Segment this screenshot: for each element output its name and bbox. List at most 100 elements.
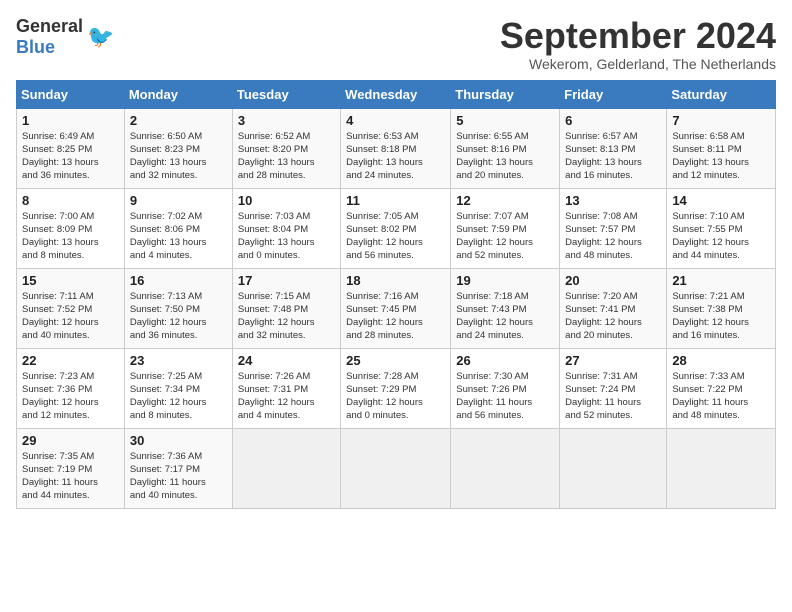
calendar-cell: 8 Sunrise: 7:00 AMSunset: 8:09 PMDaylight… bbox=[17, 188, 125, 268]
calendar-cell: 10 Sunrise: 7:03 AMSunset: 8:04 PMDayligh… bbox=[232, 188, 340, 268]
calendar-cell: 24 Sunrise: 7:26 AMSunset: 7:31 PMDayligh… bbox=[232, 348, 340, 428]
day-info: Sunrise: 7:30 AMSunset: 7:26 PMDaylight:… bbox=[456, 370, 554, 423]
day-info: Sunrise: 7:05 AMSunset: 8:02 PMDaylight:… bbox=[346, 210, 445, 263]
day-info: Sunrise: 7:18 AMSunset: 7:43 PMDaylight:… bbox=[456, 290, 554, 343]
logo: General Blue 🐦 bbox=[16, 16, 114, 58]
calendar-cell: 1 Sunrise: 6:49 AMSunset: 8:25 PMDaylight… bbox=[17, 108, 125, 188]
day-number: 30 bbox=[130, 433, 227, 448]
calendar-cell: 17Sunrise: 7:15 AMSunset: 7:48 PMDayligh… bbox=[232, 268, 340, 348]
calendar-week-4: 22 Sunrise: 7:23 AMSunset: 7:36 PMDayligh… bbox=[17, 348, 776, 428]
calendar-cell: 3 Sunrise: 6:52 AMSunset: 8:20 PMDaylight… bbox=[232, 108, 340, 188]
header: General Blue 🐦 September 2024 Wekerom, G… bbox=[16, 16, 776, 72]
day-info: Sunrise: 7:00 AMSunset: 8:09 PMDaylight:… bbox=[22, 210, 119, 263]
calendar-table: SundayMondayTuesdayWednesdayThursdayFrid… bbox=[16, 80, 776, 509]
day-number: 25 bbox=[346, 353, 445, 368]
day-number: 28 bbox=[672, 353, 770, 368]
day-info: Sunrise: 7:11 AMSunset: 7:52 PMDaylight:… bbox=[22, 290, 119, 343]
calendar-cell bbox=[341, 428, 451, 508]
day-number: 2 bbox=[130, 113, 227, 128]
day-number: 29 bbox=[22, 433, 119, 448]
bird-icon: 🐦 bbox=[87, 24, 114, 50]
day-info: Sunrise: 6:53 AMSunset: 8:18 PMDaylight:… bbox=[346, 130, 445, 183]
day-number: 14 bbox=[672, 193, 770, 208]
day-number: 5 bbox=[456, 113, 554, 128]
day-number: 26 bbox=[456, 353, 554, 368]
day-number: 22 bbox=[22, 353, 119, 368]
calendar-cell: 21 Sunrise: 7:21 AMSunset: 7:38 PMDayligh… bbox=[667, 268, 776, 348]
calendar-cell: 4 Sunrise: 6:53 AMSunset: 8:18 PMDaylight… bbox=[341, 108, 451, 188]
calendar-week-3: 15 Sunrise: 7:11 AMSunset: 7:52 PMDayligh… bbox=[17, 268, 776, 348]
location-subtitle: Wekerom, Gelderland, The Netherlands bbox=[500, 56, 776, 72]
day-header-monday: Monday bbox=[124, 80, 232, 108]
day-info: Sunrise: 6:50 AMSunset: 8:23 PMDaylight:… bbox=[130, 130, 227, 183]
calendar-cell: 14 Sunrise: 7:10 AMSunset: 7:55 PMDayligh… bbox=[667, 188, 776, 268]
day-number: 15 bbox=[22, 273, 119, 288]
calendar-cell: 25 Sunrise: 7:28 AMSunset: 7:29 PMDayligh… bbox=[341, 348, 451, 428]
calendar-cell: 26 Sunrise: 7:30 AMSunset: 7:26 PMDayligh… bbox=[451, 348, 560, 428]
day-number: 8 bbox=[22, 193, 119, 208]
day-number: 4 bbox=[346, 113, 445, 128]
calendar-cell: 20Sunrise: 7:20 AMSunset: 7:41 PMDayligh… bbox=[560, 268, 667, 348]
day-info: Sunrise: 7:03 AMSunset: 8:04 PMDaylight:… bbox=[238, 210, 335, 263]
day-header-tuesday: Tuesday bbox=[232, 80, 340, 108]
day-info: Sunrise: 7:28 AMSunset: 7:29 PMDaylight:… bbox=[346, 370, 445, 423]
calendar-cell: 13Sunrise: 7:08 AMSunset: 7:57 PMDayligh… bbox=[560, 188, 667, 268]
day-header-sunday: Sunday bbox=[17, 80, 125, 108]
calendar-cell: 2 Sunrise: 6:50 AMSunset: 8:23 PMDaylight… bbox=[124, 108, 232, 188]
day-number: 21 bbox=[672, 273, 770, 288]
calendar-cell: 12Sunrise: 7:07 AMSunset: 7:59 PMDayligh… bbox=[451, 188, 560, 268]
day-info: Sunrise: 7:13 AMSunset: 7:50 PMDaylight:… bbox=[130, 290, 227, 343]
calendar-cell: 5 Sunrise: 6:55 AMSunset: 8:16 PMDaylight… bbox=[451, 108, 560, 188]
day-info: Sunrise: 6:57 AMSunset: 8:13 PMDaylight:… bbox=[565, 130, 661, 183]
day-info: Sunrise: 6:49 AMSunset: 8:25 PMDaylight:… bbox=[22, 130, 119, 183]
calendar-cell: 23Sunrise: 7:25 AMSunset: 7:34 PMDayligh… bbox=[124, 348, 232, 428]
calendar-cell: 9Sunrise: 7:02 AMSunset: 8:06 PMDaylight… bbox=[124, 188, 232, 268]
logo-text: General Blue bbox=[16, 16, 83, 58]
calendar-cell: 29 Sunrise: 7:35 AMSunset: 7:19 PMDayligh… bbox=[17, 428, 125, 508]
day-number: 3 bbox=[238, 113, 335, 128]
day-number: 11 bbox=[346, 193, 445, 208]
calendar-cell bbox=[451, 428, 560, 508]
day-header-thursday: Thursday bbox=[451, 80, 560, 108]
calendar-week-5: 29 Sunrise: 7:35 AMSunset: 7:19 PMDayligh… bbox=[17, 428, 776, 508]
calendar-cell: 11 Sunrise: 7:05 AMSunset: 8:02 PMDayligh… bbox=[341, 188, 451, 268]
day-info: Sunrise: 7:16 AMSunset: 7:45 PMDaylight:… bbox=[346, 290, 445, 343]
calendar-cell: 15 Sunrise: 7:11 AMSunset: 7:52 PMDayligh… bbox=[17, 268, 125, 348]
day-number: 24 bbox=[238, 353, 335, 368]
day-info: Sunrise: 7:26 AMSunset: 7:31 PMDaylight:… bbox=[238, 370, 335, 423]
day-number: 18 bbox=[346, 273, 445, 288]
day-info: Sunrise: 6:58 AMSunset: 8:11 PMDaylight:… bbox=[672, 130, 770, 183]
calendar-cell: 22 Sunrise: 7:23 AMSunset: 7:36 PMDayligh… bbox=[17, 348, 125, 428]
calendar-cell bbox=[232, 428, 340, 508]
day-info: Sunrise: 6:52 AMSunset: 8:20 PMDaylight:… bbox=[238, 130, 335, 183]
calendar-cell: 27 Sunrise: 7:31 AMSunset: 7:24 PMDayligh… bbox=[560, 348, 667, 428]
day-info: Sunrise: 6:55 AMSunset: 8:16 PMDaylight:… bbox=[456, 130, 554, 183]
day-number: 27 bbox=[565, 353, 661, 368]
day-info: Sunrise: 7:10 AMSunset: 7:55 PMDaylight:… bbox=[672, 210, 770, 263]
day-info: Sunrise: 7:35 AMSunset: 7:19 PMDaylight:… bbox=[22, 450, 119, 503]
day-header-friday: Friday bbox=[560, 80, 667, 108]
calendar-cell: 19Sunrise: 7:18 AMSunset: 7:43 PMDayligh… bbox=[451, 268, 560, 348]
day-info: Sunrise: 7:08 AMSunset: 7:57 PMDaylight:… bbox=[565, 210, 661, 263]
calendar-cell bbox=[667, 428, 776, 508]
month-title: September 2024 bbox=[500, 16, 776, 56]
day-number: 20 bbox=[565, 273, 661, 288]
calendar-cell: 16 Sunrise: 7:13 AMSunset: 7:50 PMDayligh… bbox=[124, 268, 232, 348]
calendar-cell: 7Sunrise: 6:58 AMSunset: 8:11 PMDaylight… bbox=[667, 108, 776, 188]
calendar-cell bbox=[560, 428, 667, 508]
calendar-cell: 28 Sunrise: 7:33 AMSunset: 7:22 PMDayligh… bbox=[667, 348, 776, 428]
day-info: Sunrise: 7:21 AMSunset: 7:38 PMDaylight:… bbox=[672, 290, 770, 343]
day-info: Sunrise: 7:02 AMSunset: 8:06 PMDaylight:… bbox=[130, 210, 227, 263]
calendar-week-2: 8 Sunrise: 7:00 AMSunset: 8:09 PMDaylight… bbox=[17, 188, 776, 268]
day-number: 17 bbox=[238, 273, 335, 288]
day-info: Sunrise: 7:31 AMSunset: 7:24 PMDaylight:… bbox=[565, 370, 661, 423]
day-info: Sunrise: 7:33 AMSunset: 7:22 PMDaylight:… bbox=[672, 370, 770, 423]
day-header-wednesday: Wednesday bbox=[341, 80, 451, 108]
day-info: Sunrise: 7:36 AMSunset: 7:17 PMDaylight:… bbox=[130, 450, 227, 503]
day-info: Sunrise: 7:23 AMSunset: 7:36 PMDaylight:… bbox=[22, 370, 119, 423]
day-info: Sunrise: 7:07 AMSunset: 7:59 PMDaylight:… bbox=[456, 210, 554, 263]
day-number: 16 bbox=[130, 273, 227, 288]
day-number: 10 bbox=[238, 193, 335, 208]
day-number: 1 bbox=[22, 113, 119, 128]
day-number: 6 bbox=[565, 113, 661, 128]
